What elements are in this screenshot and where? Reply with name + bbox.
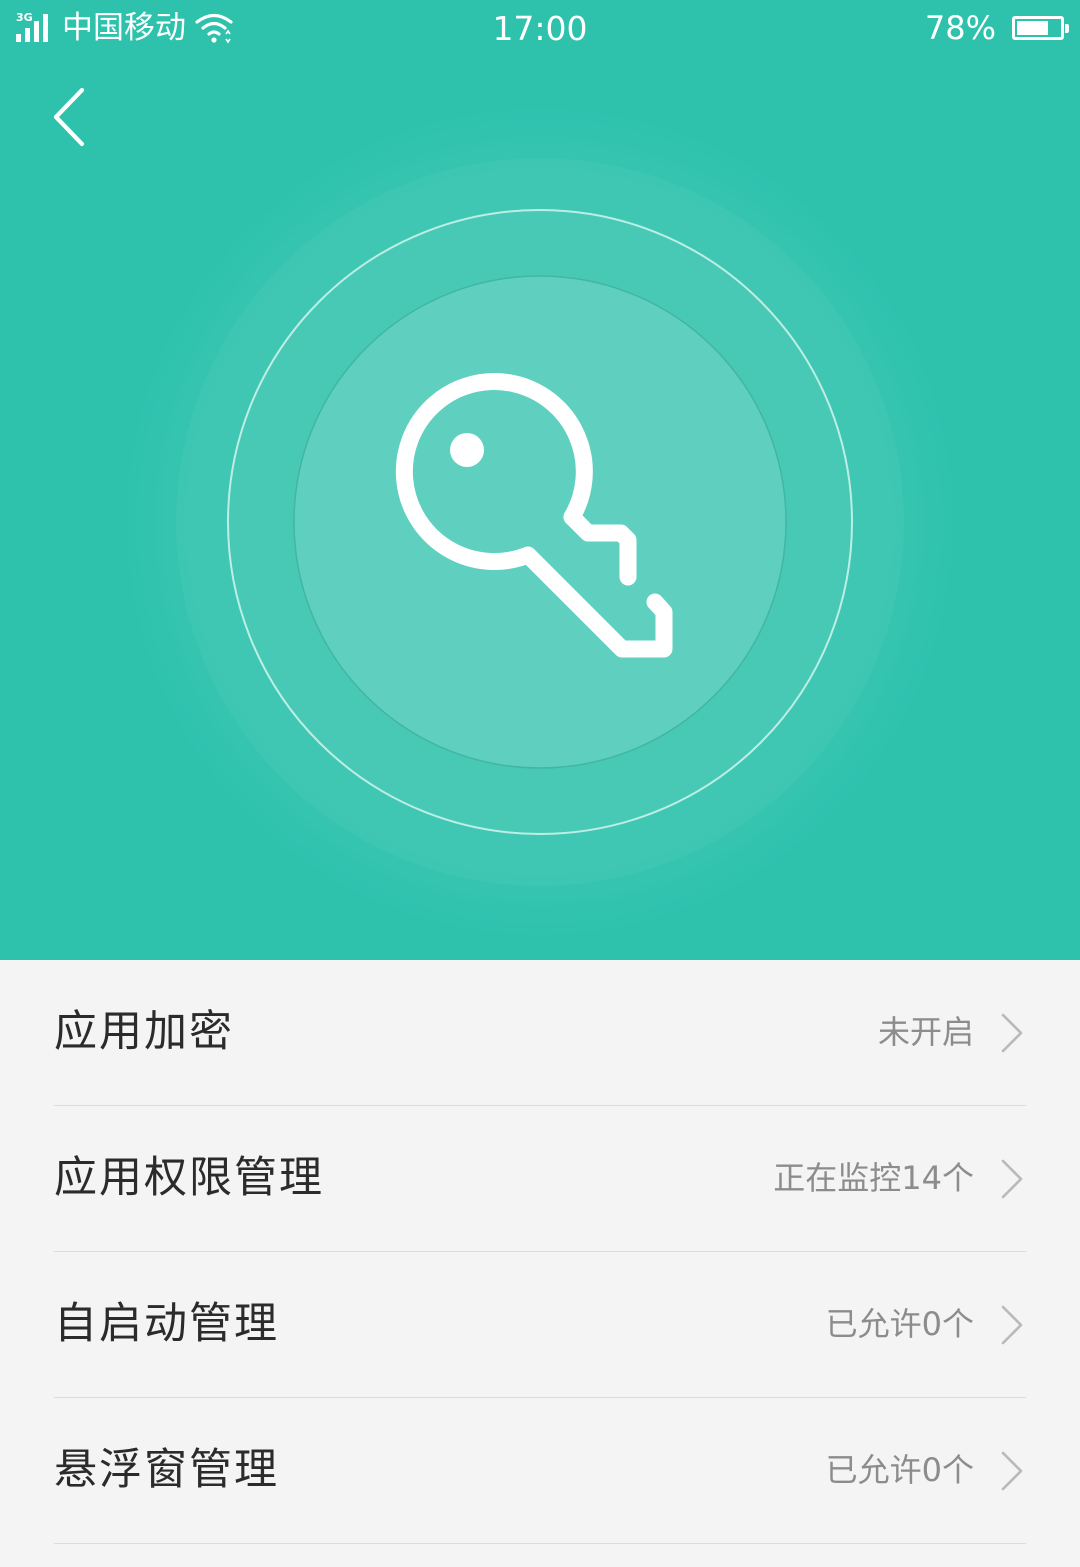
app-permission-management-label: 应用权限管理 [54, 1153, 324, 1203]
key-icon [395, 373, 673, 658]
chevron-left-icon [53, 87, 85, 147]
status-right: 78% [924, 8, 1069, 48]
app-permission-management-item[interactable]: 应用权限管理 正在监控14个 [54, 1106, 1026, 1252]
floating-window-management-item[interactable]: 悬浮窗管理 已允许0个 [54, 1398, 1026, 1544]
back-button[interactable] [36, 80, 106, 156]
status-time: 17:00 [492, 9, 588, 48]
battery-level [1017, 21, 1048, 35]
floating-window-management-label: 悬浮窗管理 [54, 1445, 279, 1495]
hero-header: 3G 中国移动 17:00 78% [0, 0, 1080, 960]
chevron-right-icon [1001, 1159, 1023, 1199]
chevron-right-icon [1001, 1305, 1023, 1345]
autostart-management-status: 已允许0个 [825, 1305, 974, 1343]
status-bar: 3G 中国移动 17:00 78% [0, 0, 1080, 58]
settings-list: 应用加密 未开启 应用权限管理 正在监控14个 自启动管理 已允许0个 悬浮窗管… [0, 960, 1080, 1544]
app-encryption-label: 应用加密 [54, 1007, 234, 1057]
app-encryption-status: 未开启 [877, 1013, 974, 1051]
floating-window-management-status: 已允许0个 [825, 1451, 974, 1489]
autostart-management-item[interactable]: 自启动管理 已允许0个 [54, 1252, 1026, 1398]
battery-percent: 78% [924, 9, 996, 47]
app-encryption-item[interactable]: 应用加密 未开启 [54, 960, 1026, 1106]
app-permission-management-status: 正在监控14个 [773, 1159, 974, 1197]
chevron-right-icon [1001, 1451, 1023, 1491]
autostart-management-label: 自启动管理 [54, 1299, 279, 1349]
battery-icon [1012, 16, 1069, 40]
chevron-right-icon [1001, 1013, 1023, 1053]
